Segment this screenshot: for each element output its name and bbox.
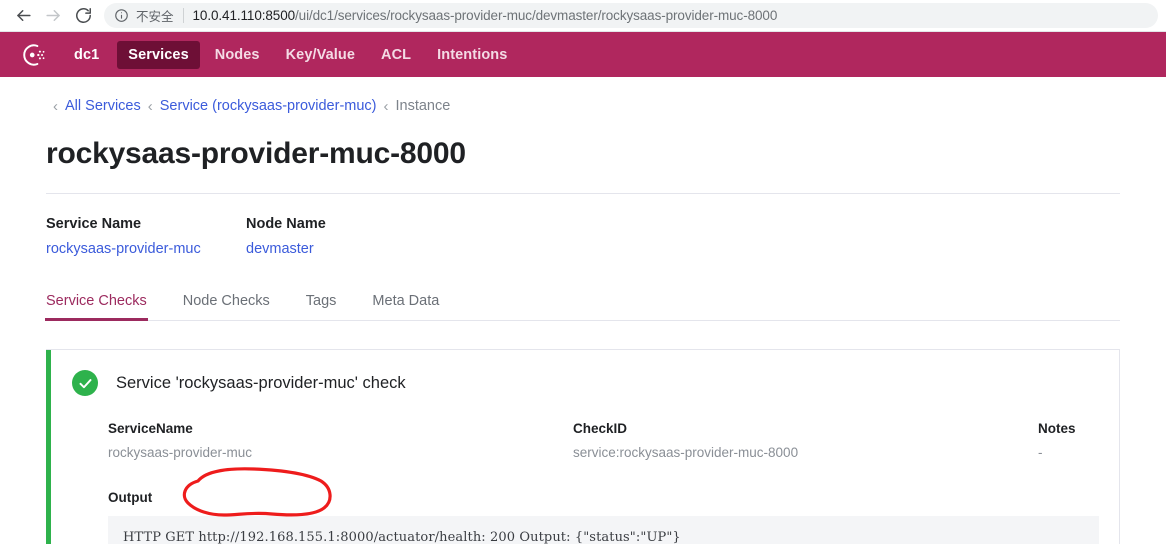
consul-top-nav: dc1 Services Nodes Key/Value ACL Intenti… (0, 32, 1166, 77)
breadcrumb-service[interactable]: Service (rockysaas-provider-muc) (160, 99, 377, 114)
breadcrumb-separator-2: ‹ (147, 98, 153, 115)
nav-item-acl[interactable]: ACL (370, 41, 422, 69)
address-bar[interactable]: 不安全 10.0.41.110:8500/ui/dc1/services/roc… (104, 3, 1158, 28)
back-button[interactable] (8, 2, 38, 30)
check-circle-icon (72, 370, 98, 396)
tab-bar: Service Checks Node Checks Tags Meta Dat… (45, 287, 1120, 321)
nav-datacenter-dc1[interactable]: dc1 (70, 41, 113, 69)
service-check-card: Service 'rockysaas-provider-muc' check S… (46, 349, 1120, 544)
check-fields: ServiceName rockysaas-provider-muc Check… (46, 421, 1119, 460)
tab-node-checks[interactable]: Node Checks (183, 287, 270, 320)
browser-toolbar: 不安全 10.0.41.110:8500/ui/dc1/services/roc… (0, 0, 1166, 31)
omnibox-divider (182, 8, 184, 23)
reload-icon (75, 8, 91, 23)
field-label-service-name: ServiceName (108, 421, 193, 436)
info-circle-icon[interactable] (114, 8, 129, 23)
arrow-left-icon (16, 9, 31, 22)
field-label-notes: Notes (1038, 421, 1076, 436)
service-name-label: Service Name (46, 216, 142, 232)
node-name-label: Node Name (246, 216, 326, 232)
breadcrumb-separator-3: ‹ (383, 98, 389, 115)
meta-node-name: Node Name devmaster (246, 216, 326, 257)
meta-service-name: Service Name rockysaas-provider-muc (46, 216, 246, 257)
page-title: rockysaas-provider-muc-8000 (46, 137, 466, 170)
breadcrumb-separator-1: ‹ (53, 98, 58, 115)
node-name-value[interactable]: devmaster (246, 241, 326, 257)
tab-service-checks[interactable]: Service Checks (45, 287, 148, 321)
nav-item-key-value[interactable]: Key/Value (275, 41, 366, 69)
arrow-right-icon (45, 9, 60, 22)
nav-item-nodes[interactable]: Nodes (204, 41, 271, 69)
security-status-label: 不安全 (136, 9, 174, 24)
field-service-name: ServiceName rockysaas-provider-muc (108, 421, 573, 460)
breadcrumb-instance: Instance (395, 98, 451, 115)
check-title: Service 'rockysaas-provider-muc' check (116, 373, 406, 392)
title-divider (46, 193, 1120, 194)
field-notes: Notes - (1038, 421, 1158, 460)
nav-item-intentions[interactable]: Intentions (426, 41, 518, 69)
forward-button[interactable] (38, 2, 68, 30)
service-name-value[interactable]: rockysaas-provider-muc (46, 241, 246, 257)
url-host: 10.0.41.110:8500 (192, 8, 296, 23)
tab-meta-data[interactable]: Meta Data (372, 287, 439, 320)
url-text: 10.0.41.110:8500/ui/dc1/services/rockysa… (193, 8, 778, 23)
field-value-check-id: service:rockysaas-provider-muc-8000 (573, 445, 799, 460)
url-path: /ui/dc1/services/rockysaas-provider-muc/… (295, 8, 778, 23)
output-label: Output (108, 490, 153, 505)
instance-meta: Service Name rockysaas-provider-muc Node… (46, 216, 1120, 257)
field-label-check-id: CheckID (573, 421, 628, 436)
field-value-service-name: rockysaas-provider-muc (108, 445, 253, 460)
check-header: Service 'rockysaas-provider-muc' check (46, 370, 1119, 396)
field-check-id: CheckID service:rockysaas-provider-muc-8… (573, 421, 1038, 460)
output-value: HTTP GET http://192.168.155.1:8000/actua… (108, 516, 1099, 544)
breadcrumb-all-services[interactable]: All Services (65, 99, 141, 114)
reload-button[interactable] (68, 2, 98, 30)
breadcrumb: ‹ All Services ‹ Service (rockysaas-prov… (46, 77, 1120, 114)
nav-item-services[interactable]: Services (117, 40, 200, 69)
page-content: ‹ All Services ‹ Service (rockysaas-prov… (0, 77, 1166, 544)
field-value-notes: - (1038, 445, 1043, 460)
consul-logo-icon[interactable] (18, 39, 50, 71)
tab-tags[interactable]: Tags (306, 287, 337, 320)
